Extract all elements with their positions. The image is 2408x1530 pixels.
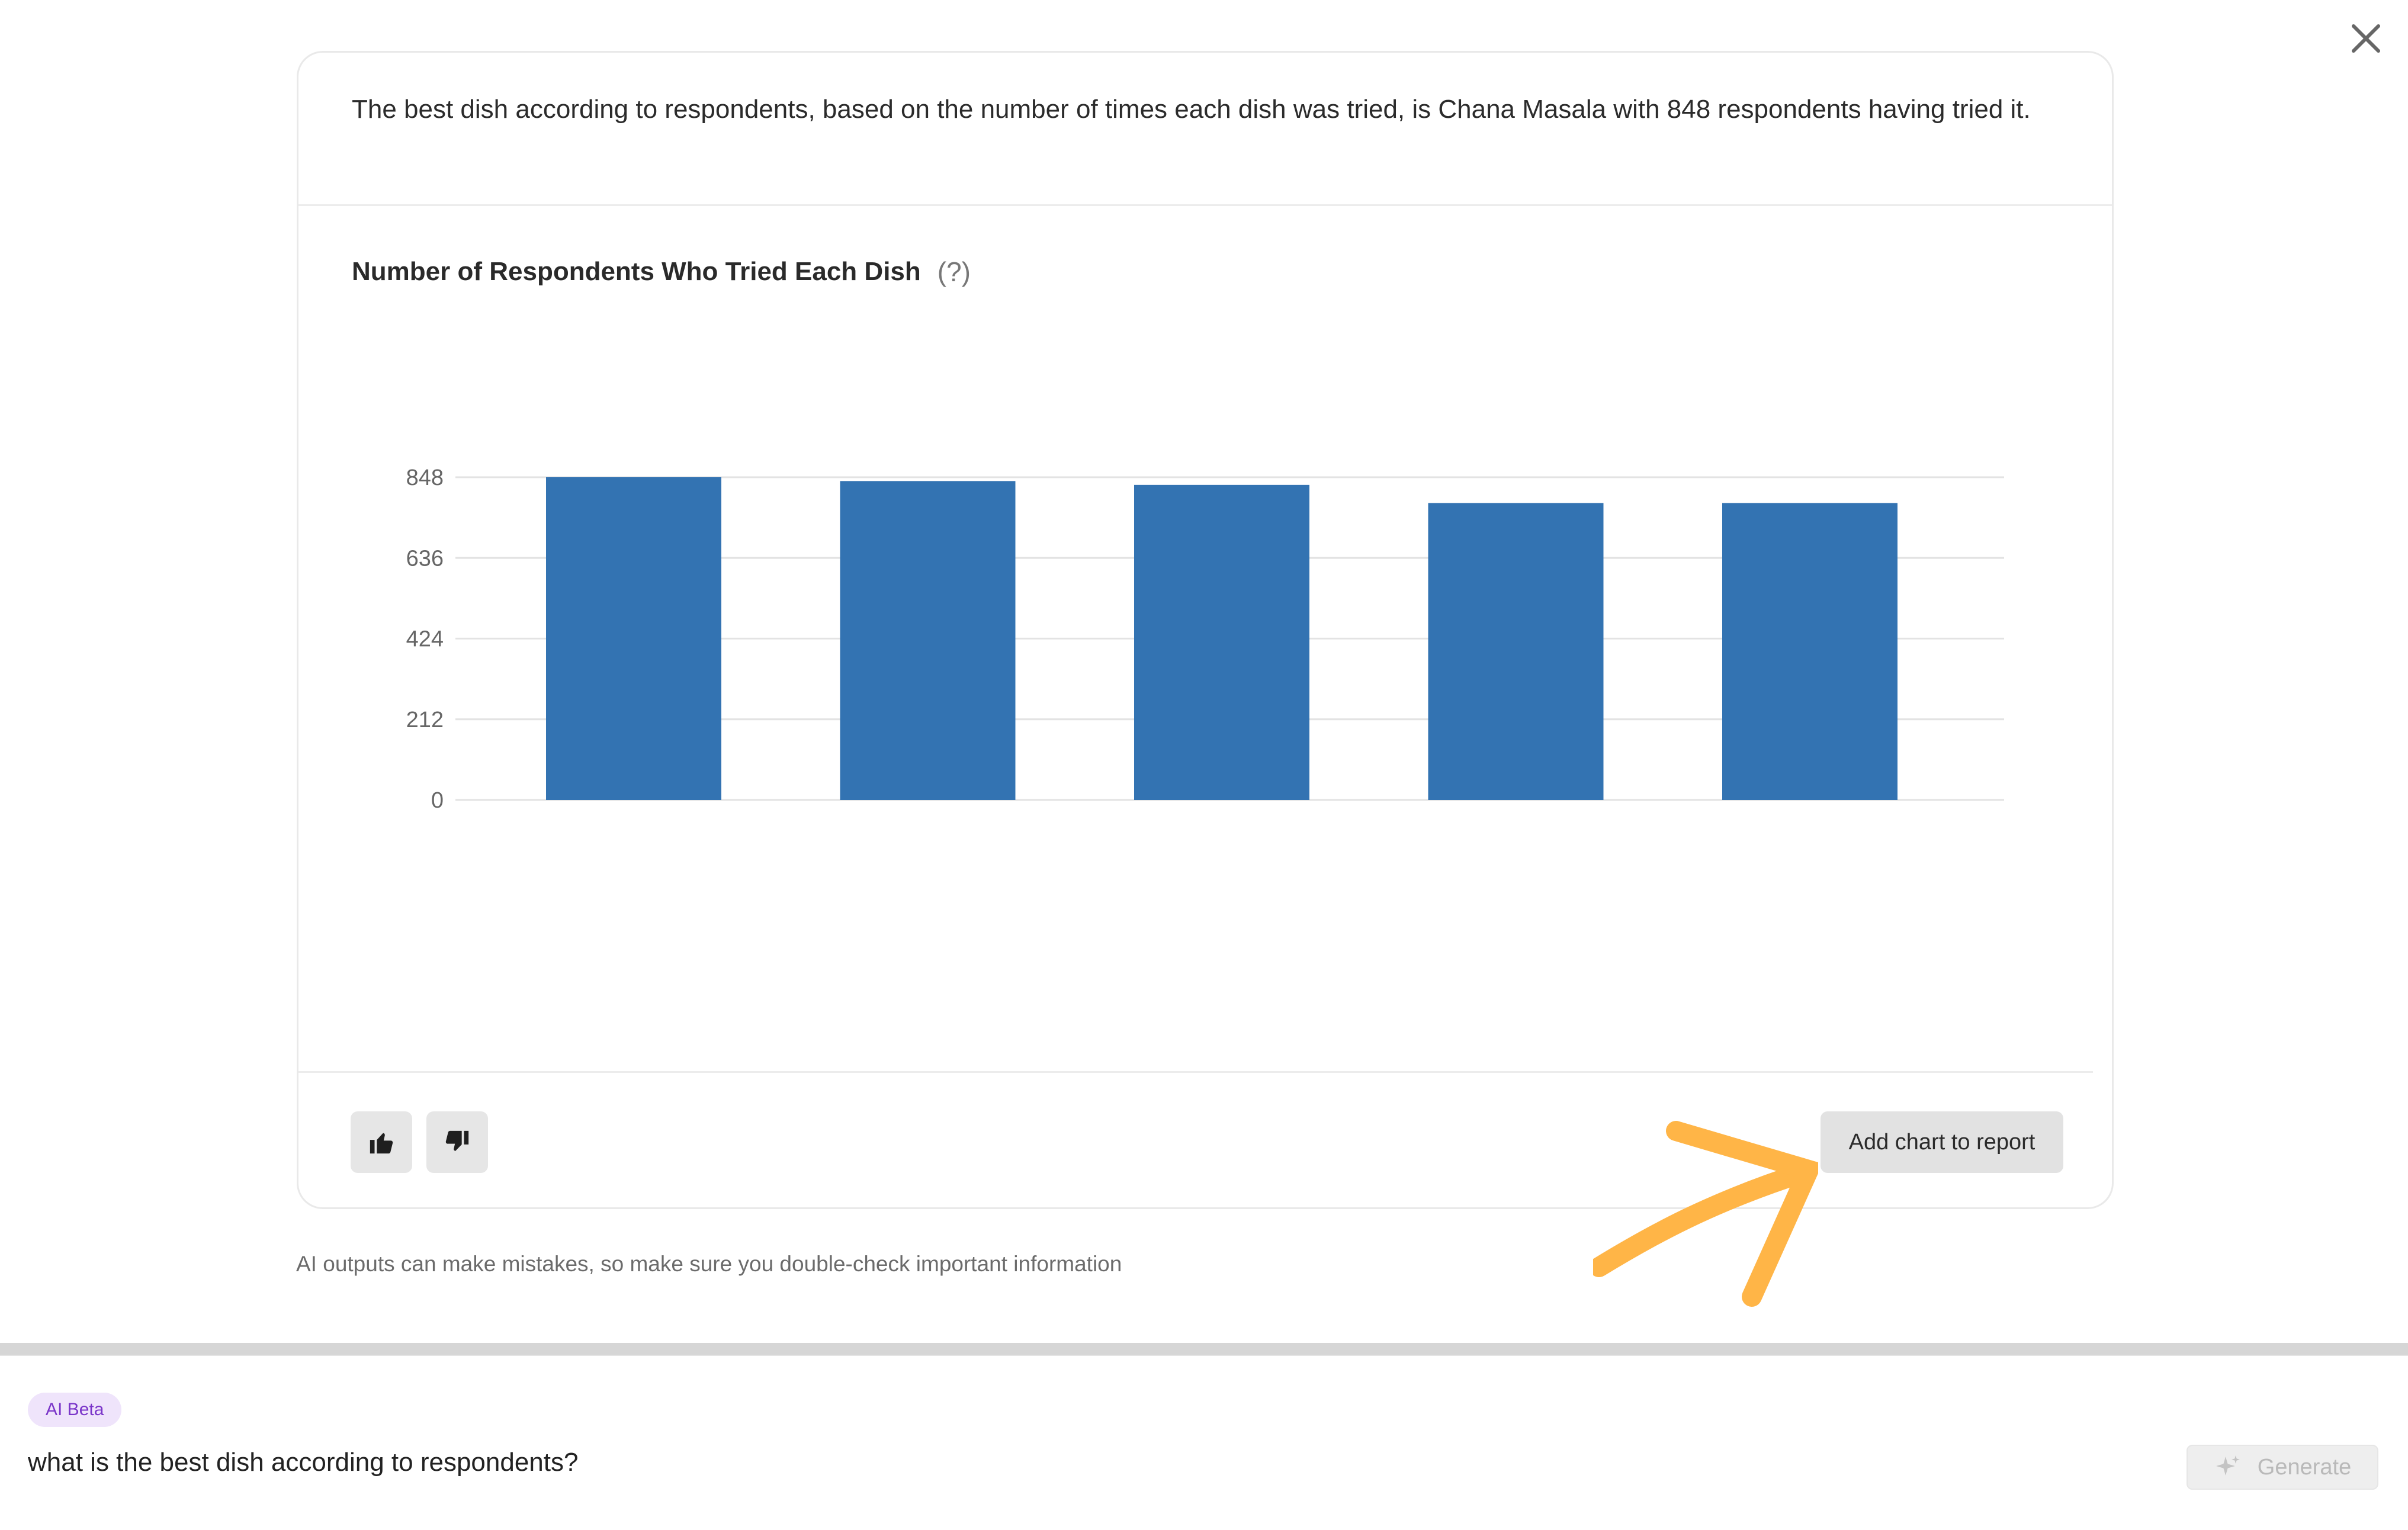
generate-button[interactable]: Generate — [2187, 1445, 2378, 1490]
add-chart-to-report-button[interactable]: Add chart to report — [1821, 1111, 2063, 1173]
disclaimer-text: AI outputs can make mistakes, so make su… — [296, 1252, 1122, 1276]
thumbs-up-icon — [370, 1133, 393, 1154]
prompt-input[interactable] — [28, 1439, 2160, 1486]
prompt-panel: AI Beta Generate — [0, 1355, 2408, 1530]
sparkle-icon — [2216, 1455, 2240, 1476]
y-tick-label: 636 — [406, 546, 444, 571]
panel-separator — [0, 1343, 2408, 1355]
y-tick-label: 0 — [431, 788, 444, 813]
close-button[interactable] — [2345, 18, 2387, 59]
thumbs-down-icon — [445, 1130, 469, 1151]
close-icon — [2352, 24, 2380, 53]
bar — [840, 481, 1016, 800]
thumbs-down-button[interactable] — [426, 1111, 488, 1173]
bar-chart: 0212424636848Chana MasalaOtherTandooriCh… — [406, 465, 2004, 813]
annotation-arrow-icon — [1593, 1121, 1818, 1307]
bar — [1428, 503, 1604, 800]
y-tick-label: 848 — [406, 465, 444, 490]
y-tick-label: 212 — [406, 708, 444, 732]
answer-card: The best dish according to respondents, … — [297, 51, 2114, 1209]
divider — [298, 1071, 2093, 1073]
bar — [1134, 484, 1309, 800]
bar — [1722, 503, 1897, 800]
y-tick-label: 424 — [406, 627, 444, 652]
generate-label: Generate — [2257, 1454, 2352, 1480]
ai-beta-badge: AI Beta — [28, 1393, 122, 1427]
bar — [546, 477, 721, 800]
thumbs-up-button[interactable] — [351, 1111, 412, 1173]
